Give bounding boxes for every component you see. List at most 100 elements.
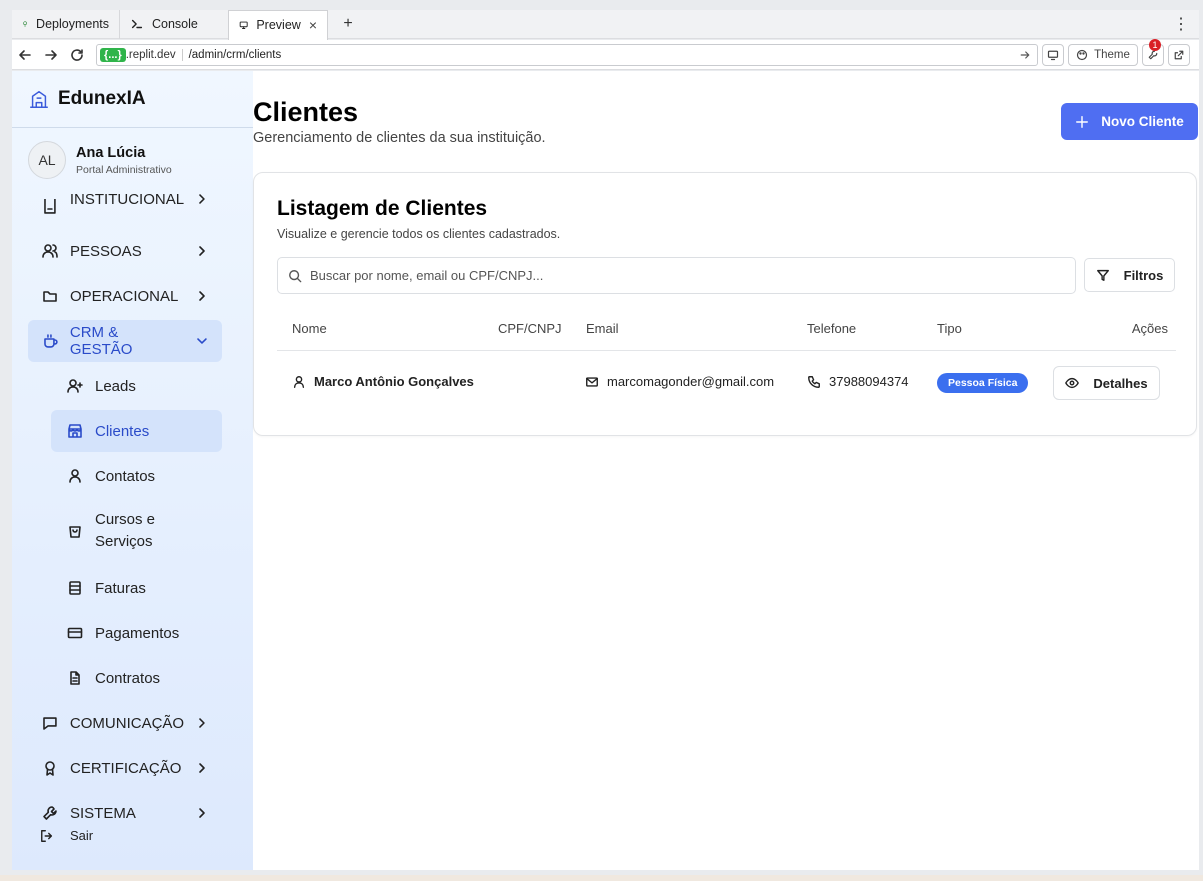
brand-name: EdunexIA [58, 88, 146, 109]
user-profile[interactable]: AL Ana Lúcia Portal Administrativo [12, 128, 253, 192]
sidebar-item-crm-gestao[interactable]: CRM & GESTÃO [28, 320, 222, 362]
sidebar-subitem-leads[interactable]: Leads [51, 365, 222, 407]
receipt-icon [69, 581, 81, 595]
new-client-button[interactable]: Novo Cliente [1061, 103, 1198, 140]
chevron-down-icon [197, 338, 207, 344]
url-field[interactable]: {...} .replit.dev /admin/crm/clients [96, 43, 1038, 66]
column-header-cpf: CPF/CNPJ [498, 321, 562, 336]
sidebar-item-institucional[interactable]: INSTITUCIONAL [28, 185, 222, 215]
sidebar-item-certificacao[interactable]: CERTIFICAÇÃO [28, 747, 222, 789]
sidebar: EdunexIA AL Ana Lúcia Portal Administrat… [12, 71, 253, 870]
open-external-button[interactable] [1168, 43, 1190, 66]
chevron-right-icon [199, 291, 205, 301]
notification-badge: 1 [1149, 38, 1161, 51]
new-client-label: Novo Cliente [1101, 114, 1184, 129]
folder-icon [43, 291, 57, 302]
external-link-icon [1174, 50, 1184, 59]
sidebar-subitem-label: Faturas [95, 579, 146, 597]
sidebar-item-label: CERTIFICAÇÃO [70, 759, 182, 777]
cell-name: Marco Antônio Gonçalves [292, 374, 474, 389]
arrow-right-icon[interactable] [1019, 49, 1031, 61]
tab-deployments[interactable]: Deployments [12, 9, 120, 39]
file-text-icon [70, 671, 80, 685]
tab-label: Console [152, 17, 198, 31]
type-badge: Pessoa Física [937, 373, 1029, 393]
sidebar-item-label: SISTEMA [70, 804, 136, 822]
logout-label: Sair [70, 828, 94, 843]
filter-icon [1096, 269, 1109, 281]
store-icon [68, 424, 82, 438]
search-icon [289, 269, 302, 282]
devtools-button[interactable]: 1 [1142, 38, 1164, 66]
sidebar-subitem-pagamentos[interactable]: Pagamentos [51, 612, 222, 654]
filters-button[interactable]: Filtros [1084, 258, 1175, 292]
add-tab-button[interactable]: + [336, 15, 360, 33]
main-content: Clientes Gerenciamento de clientes da su… [253, 71, 1199, 870]
client-phone: 37988094374 [829, 374, 909, 389]
tab-label: Deployments [36, 17, 109, 31]
sidebar-item-operacional[interactable]: OPERACIONAL [28, 275, 222, 317]
sidebar-item-label: PESSOAS [70, 242, 142, 260]
sidebar-item-label: CRM & GESTÃO [69, 324, 133, 358]
url-path: /admin/crm/clients [181, 48, 1019, 61]
sidebar-item-comunicacao[interactable]: COMUNICAÇÃO [28, 702, 222, 744]
sidebar-subitem-clientes[interactable]: Clientes [51, 410, 222, 452]
sidebar-item-pessoas[interactable]: PESSOAS [28, 230, 222, 272]
sidebar-item-label: INSTITUCIONAL [69, 191, 185, 208]
column-header-nome: Nome [292, 321, 327, 336]
column-header-tipo: Tipo [937, 321, 962, 336]
tree-icon [23, 21, 27, 27]
sidebar-subitem-faturas[interactable]: Faturas [51, 567, 222, 609]
table-row: Marco Antônio Gonçalves marcomagonder@gm… [277, 351, 1176, 417]
theme-button[interactable]: Theme [1068, 43, 1138, 66]
shopping-bag-icon [69, 526, 81, 538]
reload-button[interactable] [64, 42, 90, 68]
user-name: Ana Lúcia [76, 144, 146, 161]
brand[interactable]: EdunexIA [12, 71, 253, 128]
page-title: Clientes [253, 97, 359, 127]
sidebar-subitem-contatos[interactable]: Contatos [51, 455, 222, 497]
cell-email: marcomagonder@gmail.com [585, 374, 774, 389]
eye-icon [1065, 377, 1080, 389]
devices-button[interactable] [1042, 43, 1064, 66]
avatar: AL [28, 141, 66, 179]
more-icon[interactable]: ⋮ [1173, 14, 1189, 34]
client-email: marcomagonder@gmail.com [607, 374, 775, 389]
back-button[interactable] [12, 42, 38, 68]
address-bar: {...} .replit.dev /admin/crm/clients The… [12, 38, 1199, 70]
mail-icon [586, 376, 598, 387]
plus-icon [1076, 115, 1089, 128]
card-subtitle: Visualize e gerencie todos os clientes c… [277, 227, 561, 241]
monitor-icon [1047, 50, 1059, 60]
sidebar-subitem-cursos[interactable]: Cursos e Serviços [51, 500, 222, 562]
host-text: .replit.dev [125, 48, 176, 61]
host-badge: {...} [100, 47, 126, 62]
logout-button[interactable]: Sair [40, 828, 93, 843]
message-icon [43, 717, 57, 730]
arrow-right-icon [45, 49, 57, 60]
wrench-icon [43, 806, 57, 820]
search-input[interactable] [310, 268, 1075, 283]
monitor-icon [239, 21, 248, 29]
browser-tab-bar: Deployments Console Preview × + ⋮ [12, 9, 1199, 40]
page-subtitle: Gerenciamento de clientes da sua institu… [253, 130, 546, 146]
chevron-right-icon [199, 718, 205, 728]
column-header-acoes: Ações [1131, 321, 1168, 336]
column-header-email: Email [586, 321, 619, 336]
table-header: Nome CPF/CNPJ Email Telefone Tipo Ações [277, 309, 1176, 351]
column-header-telefone: Telefone [807, 321, 857, 336]
sidebar-subitem-contratos[interactable]: Contratos [51, 657, 222, 699]
tab-preview[interactable]: Preview × [228, 9, 328, 40]
details-button[interactable]: Detalhes [1053, 366, 1160, 400]
tab-console[interactable]: Console [120, 10, 228, 39]
users-icon [42, 244, 58, 258]
forward-button[interactable] [38, 42, 64, 68]
user-plus-icon [67, 379, 83, 393]
credit-card-icon [67, 627, 83, 639]
chevron-right-icon [199, 808, 205, 818]
window-bottom-edge [0, 875, 1203, 881]
sidebar-item-label: COMUNICAÇÃO [69, 714, 185, 732]
award-icon [45, 761, 55, 776]
user-role: Portal Administrativo [76, 163, 172, 176]
close-icon[interactable]: × [309, 17, 317, 33]
